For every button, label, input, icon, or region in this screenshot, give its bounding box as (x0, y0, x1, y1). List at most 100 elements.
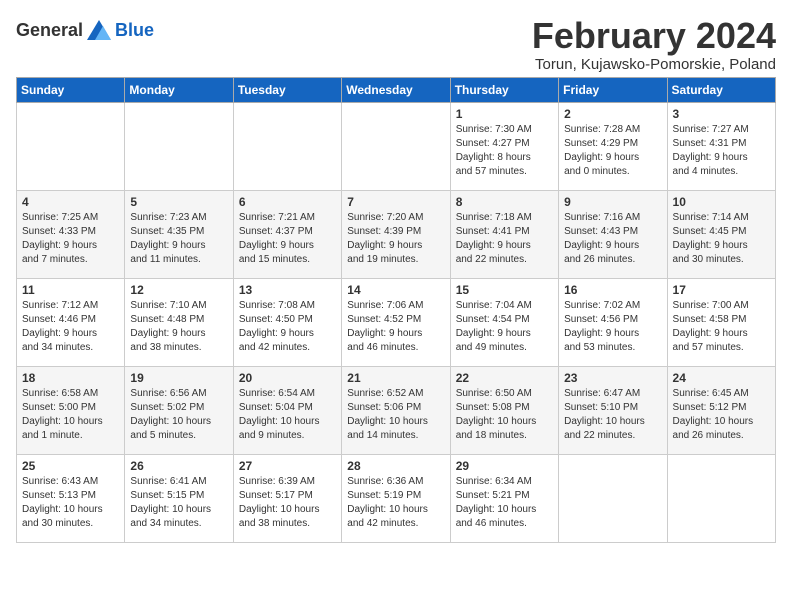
day-detail: Sunrise: 6:56 AMSunset: 5:02 PMDaylight:… (130, 387, 227, 443)
calendar-cell: 28 Sunrise: 6:36 AMSunset: 5:19 PMDayligh… (342, 454, 450, 542)
calendar-cell: 29 Sunrise: 6:34 AMSunset: 5:21 PMDayligh… (450, 454, 558, 542)
day-number: 13 (239, 283, 336, 297)
day-detail: Sunrise: 7:14 AMSunset: 4:45 PMDaylight:… (673, 211, 770, 267)
title-block: February 2024 Torun, Kujawsko-Pomorskie,… (532, 16, 776, 73)
calendar-cell: 19 Sunrise: 6:56 AMSunset: 5:02 PMDayligh… (125, 366, 233, 454)
day-detail: Sunrise: 7:21 AMSunset: 4:37 PMDaylight:… (239, 211, 336, 267)
day-detail: Sunrise: 7:23 AMSunset: 4:35 PMDaylight:… (130, 211, 227, 267)
calendar-cell: 21 Sunrise: 6:52 AMSunset: 5:06 PMDayligh… (342, 366, 450, 454)
day-detail: Sunrise: 6:45 AMSunset: 5:12 PMDaylight:… (673, 387, 770, 443)
calendar-cell: 25 Sunrise: 6:43 AMSunset: 5:13 PMDayligh… (17, 454, 125, 542)
day-detail: Sunrise: 7:30 AMSunset: 4:27 PMDaylight:… (456, 123, 553, 179)
day-detail: Sunrise: 6:34 AMSunset: 5:21 PMDaylight:… (456, 475, 553, 531)
day-detail: Sunrise: 7:10 AMSunset: 4:48 PMDaylight:… (130, 299, 227, 355)
day-detail: Sunrise: 7:06 AMSunset: 4:52 PMDaylight:… (347, 299, 444, 355)
day-detail: Sunrise: 6:50 AMSunset: 5:08 PMDaylight:… (456, 387, 553, 443)
calendar-cell: 27 Sunrise: 6:39 AMSunset: 5:17 PMDayligh… (233, 454, 341, 542)
col-header-tuesday: Tuesday (233, 77, 341, 102)
calendar-cell: 20Sunrise: 6:54 AMSunset: 5:04 PMDayligh… (233, 366, 341, 454)
day-detail: Sunrise: 6:39 AMSunset: 5:17 PMDaylight:… (239, 475, 336, 531)
logo-text-blue: Blue (115, 20, 154, 41)
day-detail: Sunrise: 7:04 AMSunset: 4:54 PMDaylight:… (456, 299, 553, 355)
day-number: 9 (564, 195, 661, 209)
month-title: February 2024 (532, 16, 776, 56)
day-number: 23 (564, 371, 661, 385)
day-detail: Sunrise: 6:41 AMSunset: 5:15 PMDaylight:… (130, 475, 227, 531)
day-number: 5 (130, 195, 227, 209)
calendar-cell: 4 Sunrise: 7:25 AMSunset: 4:33 PMDaylight… (17, 190, 125, 278)
day-number: 20 (239, 371, 336, 385)
logo: General Blue (16, 16, 154, 44)
col-header-saturday: Saturday (667, 77, 775, 102)
col-header-sunday: Sunday (17, 77, 125, 102)
location-subtitle: Torun, Kujawsko-Pomorskie, Poland (532, 56, 776, 73)
calendar-table: SundayMondayTuesdayWednesdayThursdayFrid… (16, 77, 776, 543)
day-number: 6 (239, 195, 336, 209)
day-detail: Sunrise: 7:28 AMSunset: 4:29 PMDaylight:… (564, 123, 661, 179)
calendar-cell: 9 Sunrise: 7:16 AMSunset: 4:43 PMDaylight… (559, 190, 667, 278)
calendar-cell: 5 Sunrise: 7:23 AMSunset: 4:35 PMDaylight… (125, 190, 233, 278)
calendar-cell: 2 Sunrise: 7:28 AMSunset: 4:29 PMDaylight… (559, 102, 667, 190)
day-number: 27 (239, 459, 336, 473)
day-number: 21 (347, 371, 444, 385)
calendar-cell: 6 Sunrise: 7:21 AMSunset: 4:37 PMDaylight… (233, 190, 341, 278)
day-detail: Sunrise: 7:27 AMSunset: 4:31 PMDaylight:… (673, 123, 770, 179)
page-header: General Blue February 2024 Torun, Kujawsk… (16, 16, 776, 73)
calendar-cell: 26 Sunrise: 6:41 AMSunset: 5:15 PMDayligh… (125, 454, 233, 542)
calendar-cell: 15 Sunrise: 7:04 AMSunset: 4:54 PMDayligh… (450, 278, 558, 366)
day-detail: Sunrise: 6:52 AMSunset: 5:06 PMDaylight:… (347, 387, 444, 443)
calendar-cell: 11 Sunrise: 7:12 AMSunset: 4:46 PMDayligh… (17, 278, 125, 366)
day-number: 15 (456, 283, 553, 297)
day-number: 29 (456, 459, 553, 473)
col-header-monday: Monday (125, 77, 233, 102)
logo-text-general: General (16, 20, 83, 41)
calendar-cell: 12 Sunrise: 7:10 AMSunset: 4:48 PMDayligh… (125, 278, 233, 366)
col-header-thursday: Thursday (450, 77, 558, 102)
calendar-cell: 14 Sunrise: 7:06 AMSunset: 4:52 PMDayligh… (342, 278, 450, 366)
day-number: 12 (130, 283, 227, 297)
day-number: 2 (564, 107, 661, 121)
day-detail: Sunrise: 7:08 AMSunset: 4:50 PMDaylight:… (239, 299, 336, 355)
calendar-cell (233, 102, 341, 190)
col-header-wednesday: Wednesday (342, 77, 450, 102)
day-number: 17 (673, 283, 770, 297)
day-detail: Sunrise: 7:00 AMSunset: 4:58 PMDaylight:… (673, 299, 770, 355)
day-number: 25 (22, 459, 119, 473)
calendar-cell: 10 Sunrise: 7:14 AMSunset: 4:45 PMDayligh… (667, 190, 775, 278)
calendar-cell: 13 Sunrise: 7:08 AMSunset: 4:50 PMDayligh… (233, 278, 341, 366)
day-detail: Sunrise: 6:58 AMSunset: 5:00 PMDaylight:… (22, 387, 119, 443)
calendar-cell: 3 Sunrise: 7:27 AMSunset: 4:31 PMDaylight… (667, 102, 775, 190)
day-number: 11 (22, 283, 119, 297)
day-number: 4 (22, 195, 119, 209)
calendar-cell (667, 454, 775, 542)
calendar-cell (17, 102, 125, 190)
day-number: 16 (564, 283, 661, 297)
day-number: 8 (456, 195, 553, 209)
day-detail: Sunrise: 6:43 AMSunset: 5:13 PMDaylight:… (22, 475, 119, 531)
day-detail: Sunrise: 7:02 AMSunset: 4:56 PMDaylight:… (564, 299, 661, 355)
day-number: 7 (347, 195, 444, 209)
day-number: 19 (130, 371, 227, 385)
calendar-cell: 8Sunrise: 7:18 AMSunset: 4:41 PMDaylight… (450, 190, 558, 278)
calendar-cell: 16 Sunrise: 7:02 AMSunset: 4:56 PMDayligh… (559, 278, 667, 366)
day-number: 24 (673, 371, 770, 385)
day-number: 22 (456, 371, 553, 385)
day-number: 3 (673, 107, 770, 121)
calendar-cell: 24 Sunrise: 6:45 AMSunset: 5:12 PMDayligh… (667, 366, 775, 454)
calendar-cell: 22 Sunrise: 6:50 AMSunset: 5:08 PMDayligh… (450, 366, 558, 454)
calendar-cell: 1 Sunrise: 7:30 AMSunset: 4:27 PMDaylight… (450, 102, 558, 190)
day-detail: Sunrise: 7:25 AMSunset: 4:33 PMDaylight:… (22, 211, 119, 267)
day-number: 28 (347, 459, 444, 473)
day-number: 18 (22, 371, 119, 385)
day-detail: Sunrise: 7:16 AMSunset: 4:43 PMDaylight:… (564, 211, 661, 267)
calendar-cell: 17 Sunrise: 7:00 AMSunset: 4:58 PMDayligh… (667, 278, 775, 366)
day-number: 26 (130, 459, 227, 473)
day-detail: Sunrise: 7:12 AMSunset: 4:46 PMDaylight:… (22, 299, 119, 355)
day-number: 1 (456, 107, 553, 121)
day-detail: Sunrise: 7:20 AMSunset: 4:39 PMDaylight:… (347, 211, 444, 267)
col-header-friday: Friday (559, 77, 667, 102)
day-detail: Sunrise: 6:36 AMSunset: 5:19 PMDaylight:… (347, 475, 444, 531)
day-number: 10 (673, 195, 770, 209)
calendar-cell: 23Sunrise: 6:47 AMSunset: 5:10 PMDayligh… (559, 366, 667, 454)
day-number: 14 (347, 283, 444, 297)
